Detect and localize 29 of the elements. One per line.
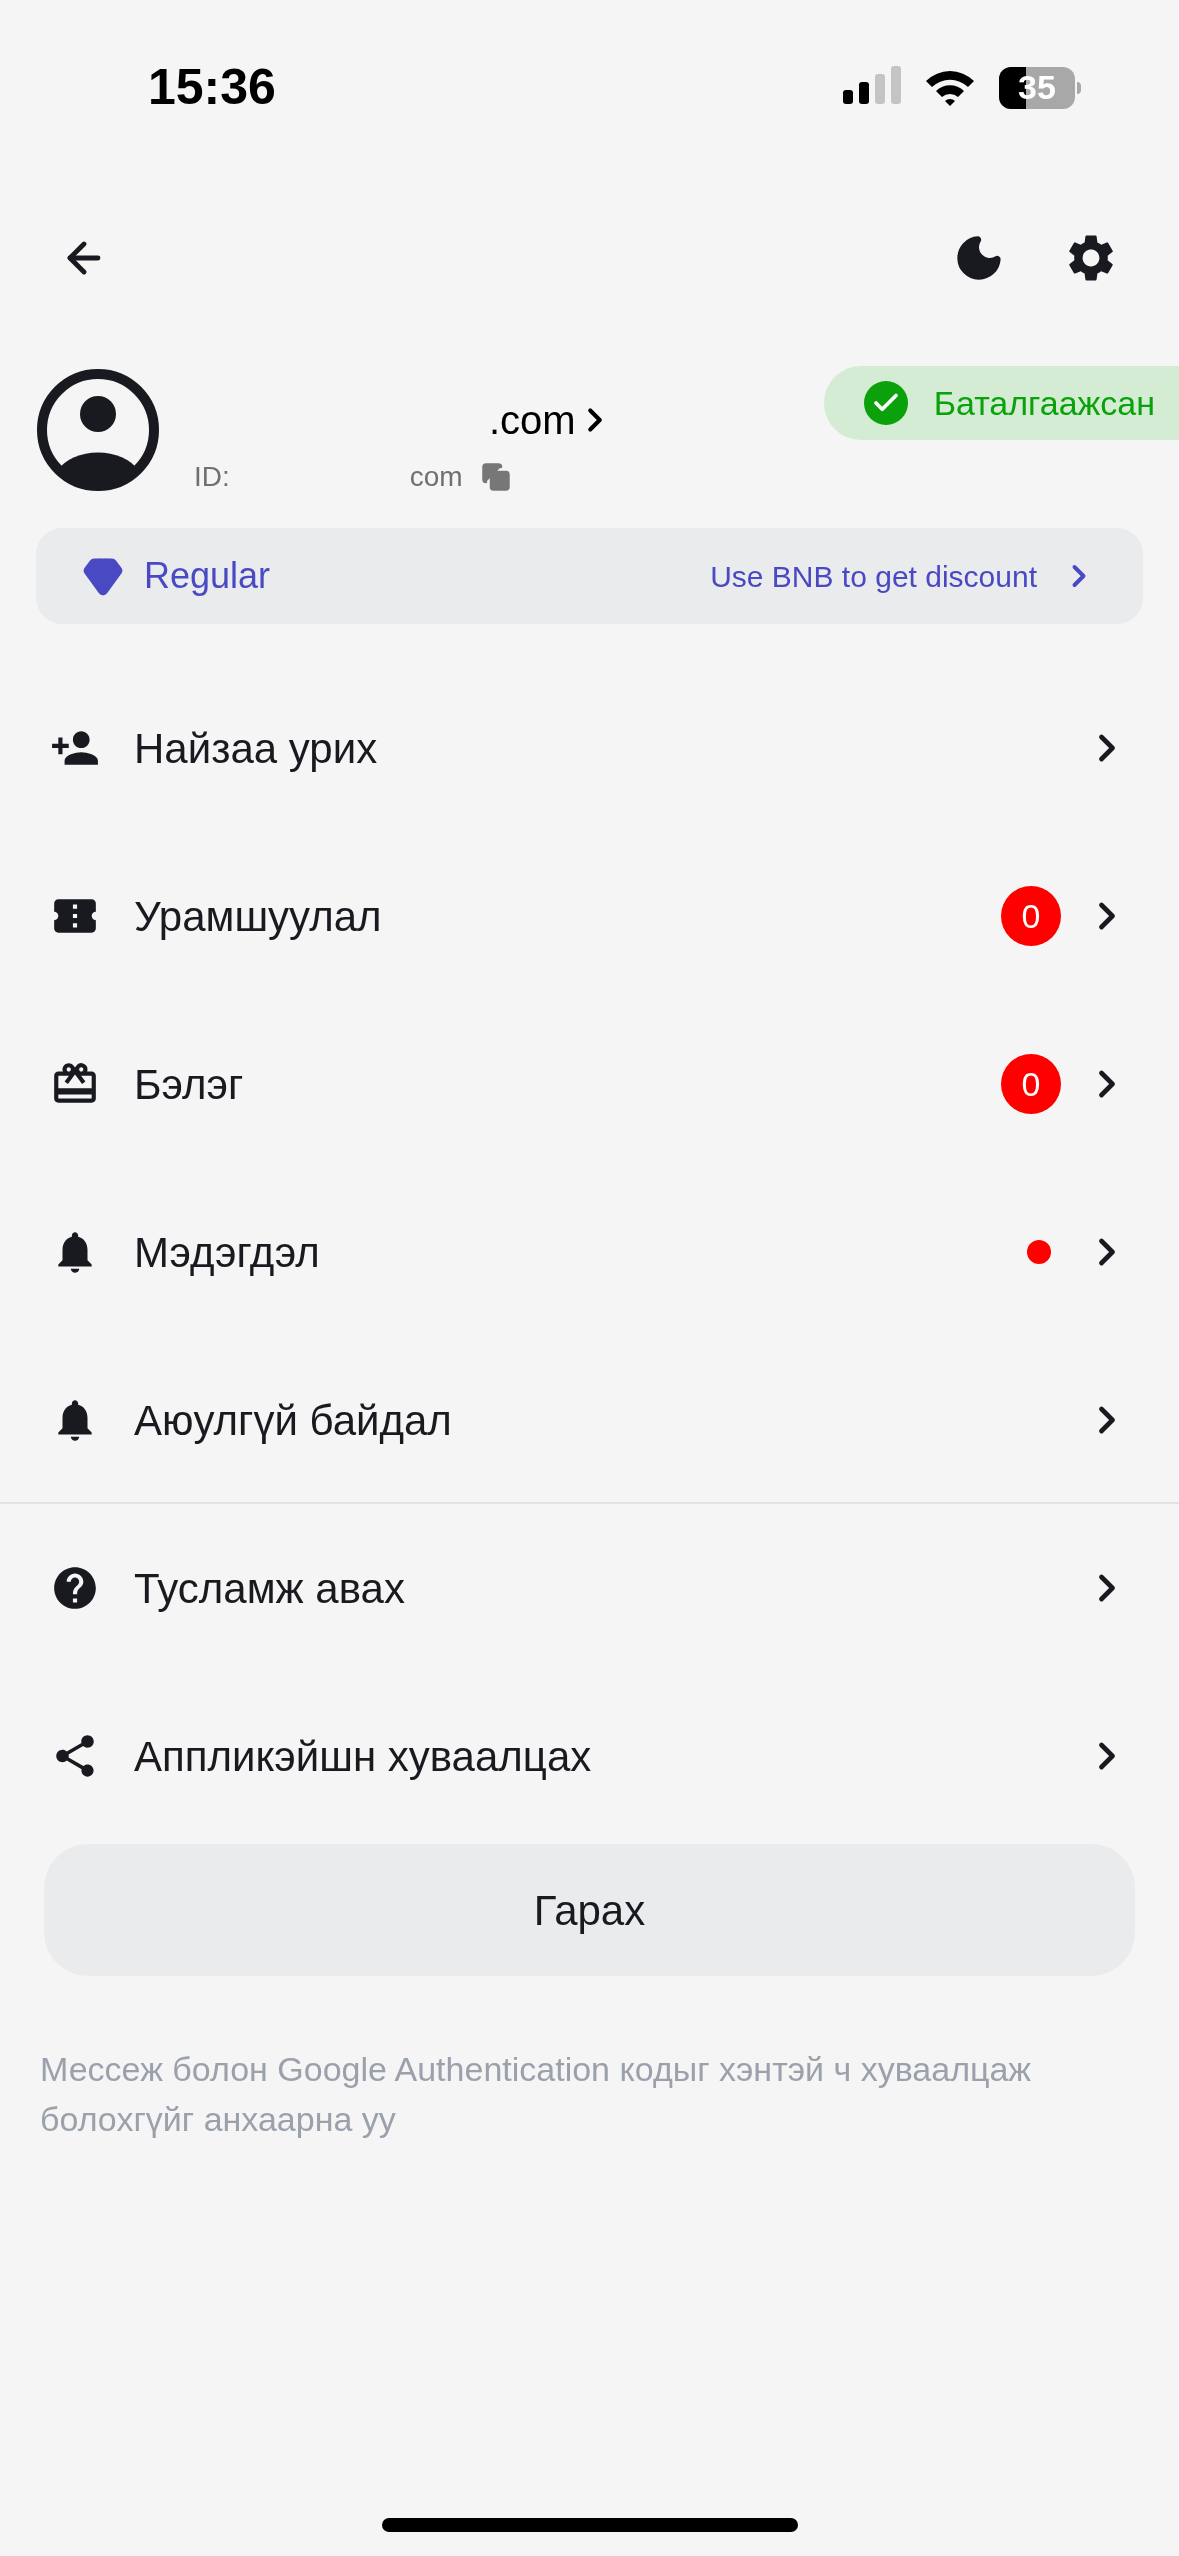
menu-label: Мэдэгдэл <box>134 1227 320 1278</box>
tier-bar[interactable]: Regular Use BNB to get discount <box>36 528 1143 624</box>
avatar-icon <box>36 368 160 492</box>
count-badge: 0 <box>1001 886 1061 946</box>
menu-label: Найзаа урих <box>134 723 378 774</box>
count-badge: 0 <box>1001 1054 1061 1114</box>
verified-badge: Баталгаажсан <box>823 366 1179 440</box>
menu-label: Тусламж авах <box>134 1563 405 1614</box>
menu-label: Аюулгүй байдал <box>134 1395 452 1446</box>
promo-link[interactable]: Use BNB to get discount <box>710 553 1037 599</box>
logout-button[interactable]: Гарах <box>44 1844 1135 1976</box>
menu-item[interactable]: Найзаа урих <box>0 664 1179 832</box>
menu-item[interactable]: Урамшуулал 0 <box>0 832 1179 1000</box>
menu-item[interactable]: Аппликэйшн хуваалцах <box>0 1672 1179 1840</box>
diamond-icon <box>82 555 124 597</box>
menu-item[interactable]: Аюулгүй байдал <box>0 1336 1179 1504</box>
id-value: com <box>409 460 463 494</box>
menu-label: Аппликэйшн хуваалцах <box>134 1731 592 1782</box>
menu-item[interactable]: Мэдэгдэл <box>0 1168 1179 1336</box>
status-time: 15:36 <box>148 58 276 117</box>
email-link[interactable]: .com <box>194 390 614 450</box>
id-label: ID: <box>194 460 230 494</box>
security-note: Мессеж болон Google Authentication кодыг хэнтэй ч хуваалцаж болохгүйг анхаарна уу <box>40 2049 1033 2140</box>
tier-name: Regular <box>144 554 271 598</box>
menu-item[interactable]: Бэлэг 0 <box>0 1000 1179 1168</box>
menu-label: Урамшуулал <box>134 891 382 942</box>
copy-icon[interactable] <box>480 462 511 492</box>
menu-item[interactable]: Тусламж авах <box>0 1504 1179 1672</box>
menu-label: Бэлэг <box>134 1059 244 1110</box>
